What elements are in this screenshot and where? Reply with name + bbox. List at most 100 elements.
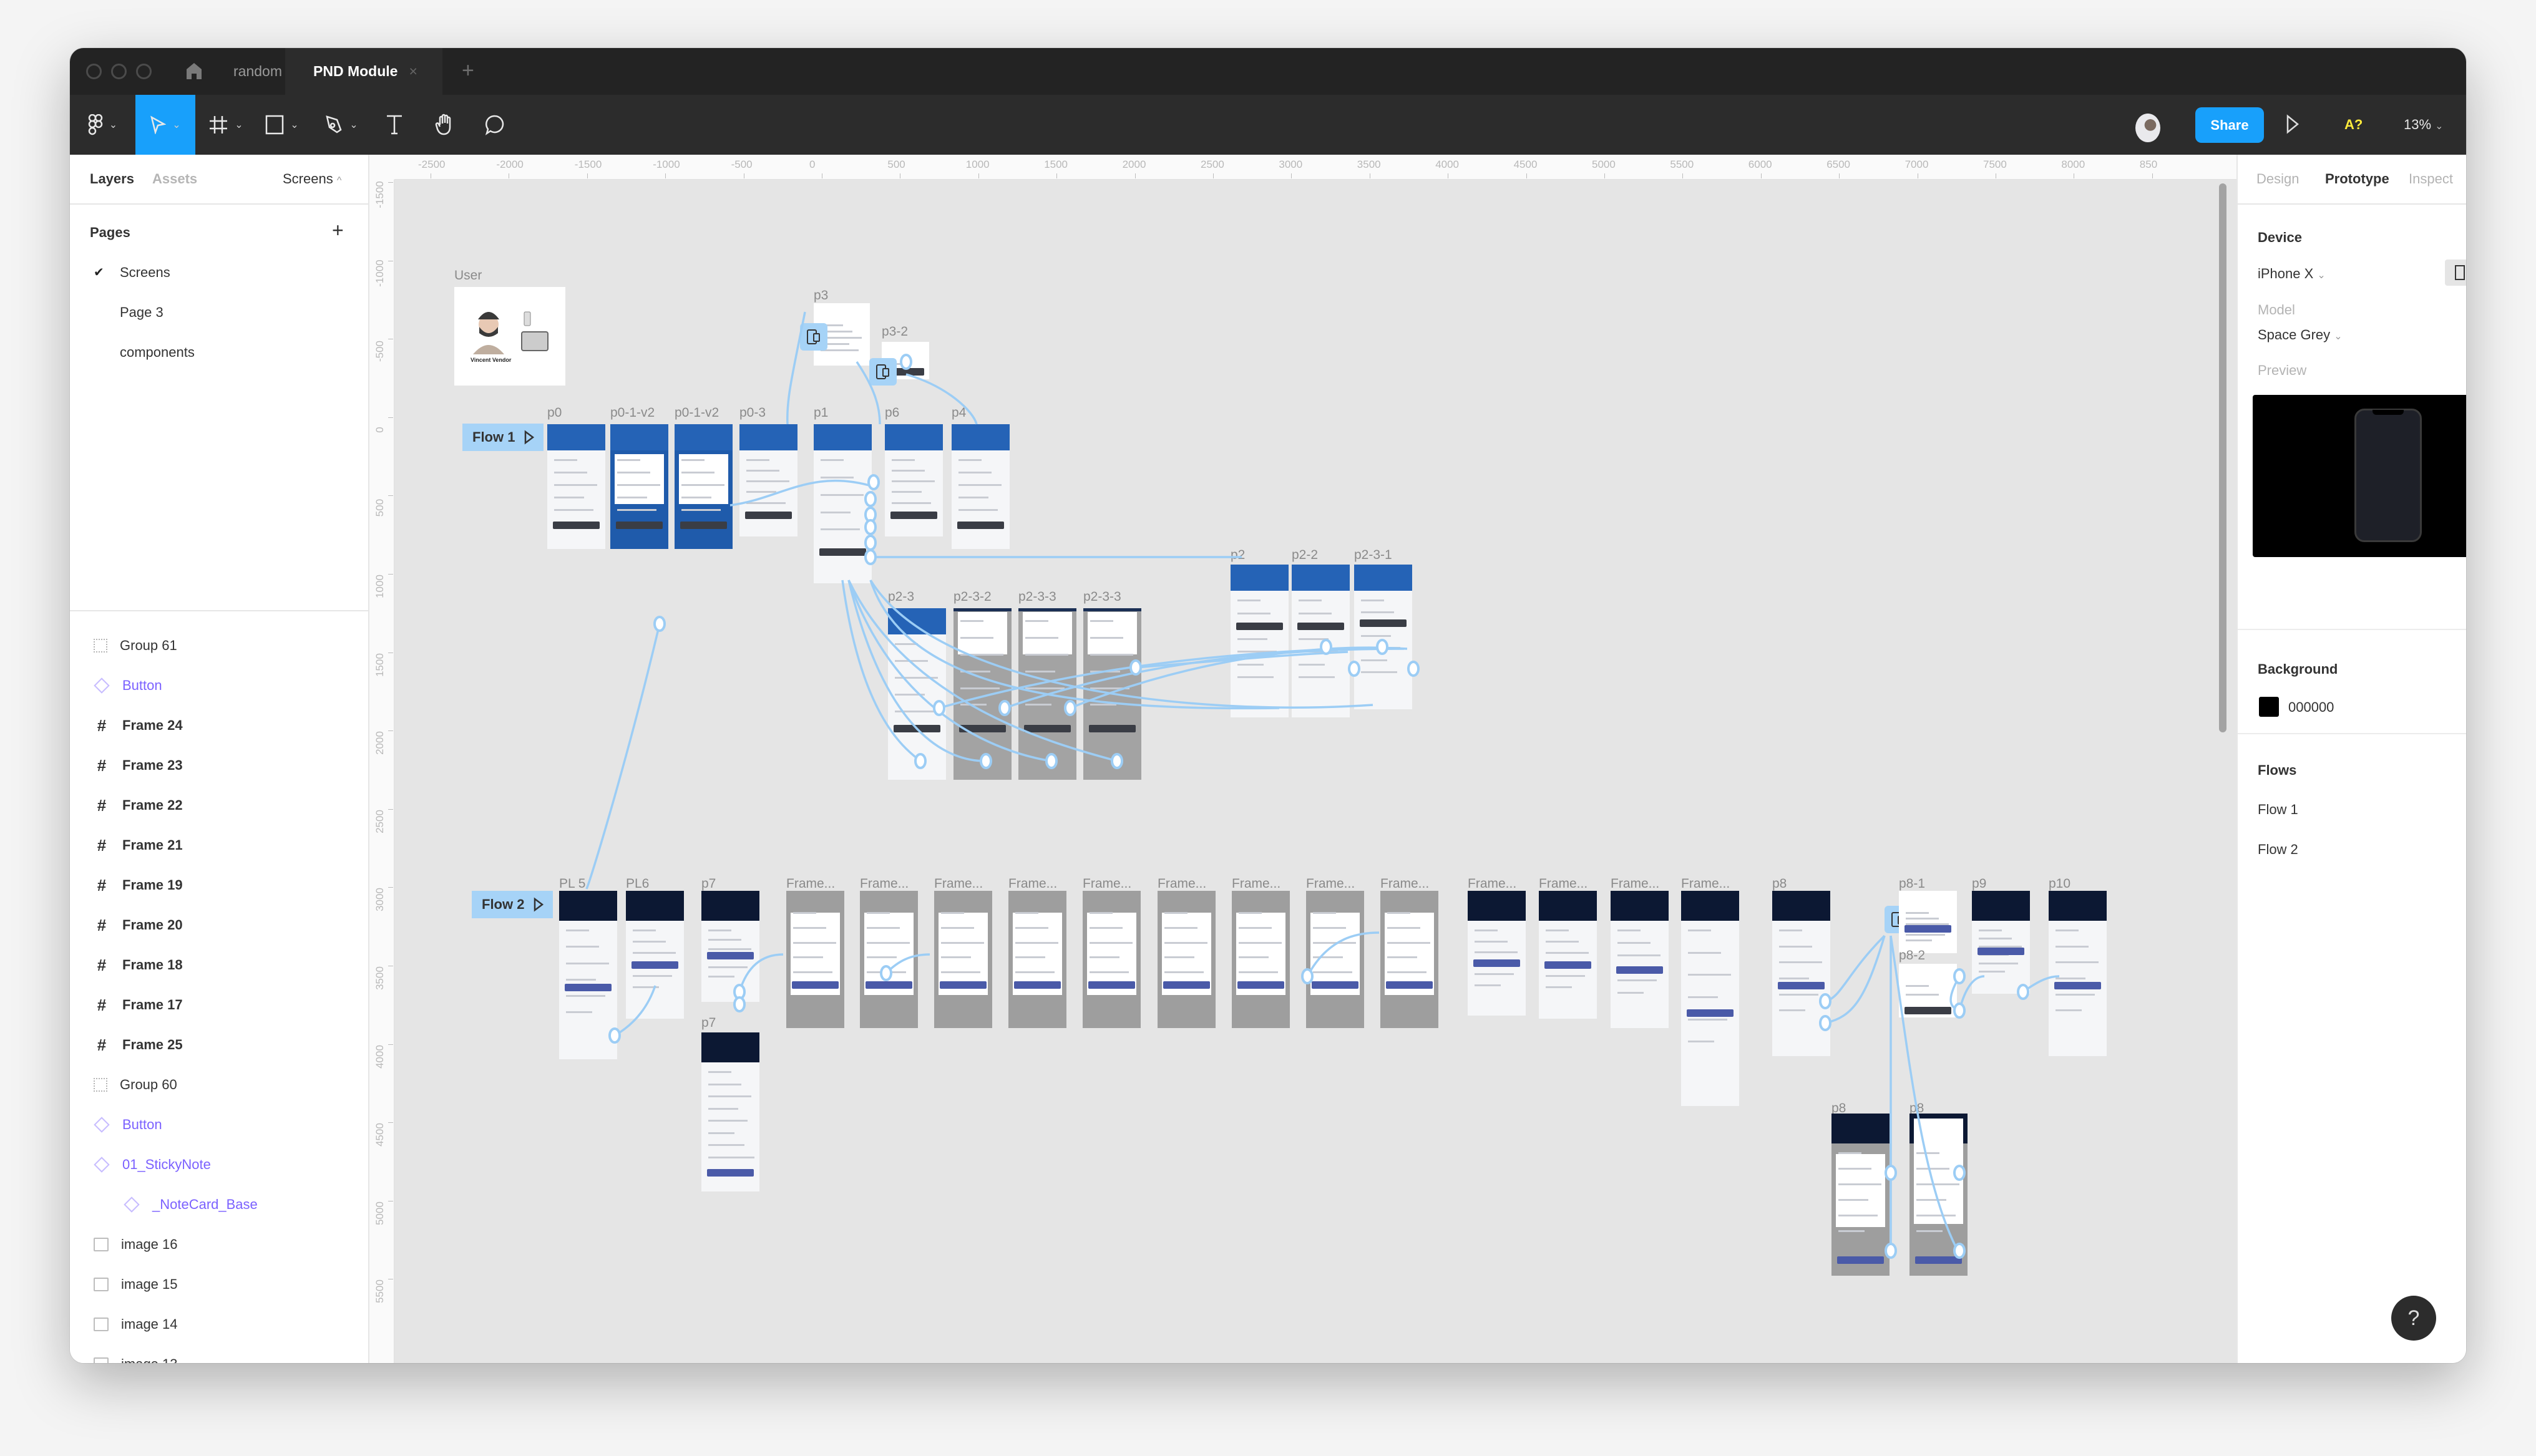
layer-item[interactable]: # Frame 23 (70, 745, 368, 785)
connection-hotspot[interactable] (998, 700, 1011, 716)
connection-hotspot[interactable] (1885, 1165, 1897, 1181)
device-dropdown[interactable]: iPhone X ⌄ (2258, 266, 2326, 282)
connection-hotspot[interactable] (1064, 700, 1076, 716)
connection-hotspot[interactable] (653, 616, 666, 632)
layer-item[interactable]: image 15 (70, 1264, 368, 1304)
prototype-connection[interactable] (585, 623, 661, 890)
prototype-connection[interactable] (1890, 935, 1961, 1255)
home-icon[interactable] (185, 62, 203, 80)
connection-hotspot[interactable] (1953, 968, 1966, 984)
layer-item[interactable]: # Frame 19 (70, 865, 368, 905)
page-item-screens[interactable]: Screens (120, 265, 170, 281)
vertical-scrollbar[interactable] (2219, 183, 2226, 732)
layer-item[interactable]: image 14 (70, 1304, 368, 1344)
background-hex-input[interactable]: 000000 (2288, 699, 2334, 716)
connection-hotspot[interactable] (933, 700, 945, 716)
help-button[interactable]: ? (2391, 1296, 2436, 1341)
prototype-connection[interactable] (939, 648, 1342, 709)
connection-hotspot[interactable] (1045, 753, 1058, 769)
connection-hotspot[interactable] (880, 965, 892, 981)
connection-hotspot[interactable] (1819, 993, 1831, 1009)
connection-hotspot[interactable] (980, 753, 992, 769)
connection-hotspot[interactable] (914, 753, 927, 769)
layer-item[interactable]: # Frame 21 (70, 825, 368, 865)
tab-assets[interactable]: Assets (152, 171, 197, 187)
flow-item-1[interactable]: Flow 1 (2258, 802, 2298, 818)
portrait-orientation-button[interactable] (2445, 260, 2466, 286)
connection-hotspot[interactable] (1953, 1243, 1966, 1259)
connection-hotspot[interactable] (1129, 659, 1142, 676)
tab-layers[interactable]: Layers (90, 171, 134, 187)
prototype-connection[interactable] (786, 311, 806, 425)
background-color-swatch[interactable] (2259, 697, 2279, 717)
user-avatar[interactable] (2135, 114, 2160, 142)
zoom-window-button[interactable] (136, 64, 152, 79)
connection-hotspot[interactable] (900, 354, 912, 370)
connection-hotspot[interactable] (733, 996, 746, 1012)
connection-hotspot[interactable] (2017, 984, 2029, 1000)
prototype-connection[interactable] (847, 580, 1118, 762)
connection-hotspot[interactable] (1953, 1002, 1966, 1019)
comment-tool-button[interactable] (476, 95, 513, 155)
connection-hotspot[interactable] (1348, 661, 1360, 677)
prototype-connection[interactable] (738, 953, 784, 993)
layer-item[interactable]: image 13 (70, 1344, 368, 1363)
layer-item[interactable]: # Frame 24 (70, 706, 368, 745)
connection-hotspot[interactable] (1301, 968, 1314, 984)
zoom-level-dropdown[interactable]: 13% ⌄ (2404, 114, 2444, 138)
shape-tool-button[interactable]: ⌄ (257, 95, 307, 155)
connection-hotspot[interactable] (1376, 639, 1388, 655)
move-tool-button[interactable]: ⌄ (135, 95, 195, 155)
prototype-connection[interactable] (1825, 935, 1886, 1024)
layer-item[interactable]: Group 60 (70, 1065, 368, 1105)
text-tool-button[interactable] (379, 95, 410, 155)
page-item-page-3[interactable]: Page 3 (120, 304, 163, 321)
close-window-button[interactable] (86, 64, 102, 79)
connection-hotspot[interactable] (1819, 1015, 1831, 1031)
layer-item[interactable]: Group 61 (70, 626, 368, 666)
page-item-components[interactable]: components (120, 344, 195, 361)
tab-pnd-module[interactable]: PND Module × (285, 48, 442, 95)
connection-hotspot[interactable] (1320, 639, 1332, 655)
design-canvas[interactable]: User Vincent Vendor Flow 1 Flow 2 p0 p0-1-v2 p… (369, 155, 2236, 1363)
page-selector-dropdown[interactable]: Screens ^ (283, 171, 341, 187)
hand-tool-button[interactable] (426, 95, 463, 155)
main-menu-button[interactable]: ⌄ (70, 95, 135, 155)
accessibility-button[interactable]: A? (2344, 114, 2363, 136)
connection-hotspot[interactable] (1885, 1243, 1897, 1259)
close-tab-icon[interactable]: × (409, 63, 417, 79)
model-dropdown[interactable]: Space Grey ⌄ (2258, 327, 2343, 343)
layer-item[interactable]: Button (70, 666, 368, 706)
tab-inspect[interactable]: Inspect (2409, 171, 2453, 187)
layer-item[interactable]: # Frame 25 (70, 1025, 368, 1065)
present-play-icon[interactable] (2285, 114, 2300, 135)
layer-item[interactable]: # Frame 20 (70, 905, 368, 945)
layer-item[interactable]: 01_StickyNote (70, 1145, 368, 1185)
connection-hotspot[interactable] (867, 474, 880, 490)
layer-item[interactable]: _NoteCard_Base (70, 1185, 368, 1225)
tab-prototype[interactable]: Prototype (2325, 171, 2389, 187)
frame-tool-button[interactable]: ⌄ (201, 95, 251, 155)
prototype-connection[interactable] (869, 580, 1280, 710)
prototype-connection[interactable] (1825, 934, 1886, 1002)
layer-item[interactable]: Button (70, 1105, 368, 1145)
prototype-connection[interactable] (841, 580, 922, 762)
prototype-connection[interactable] (614, 985, 656, 1037)
tab-random[interactable]: random (233, 48, 282, 95)
connection-hotspot[interactable] (608, 1027, 621, 1044)
connection-hotspot[interactable] (864, 519, 877, 535)
connection-hotspot[interactable] (864, 535, 877, 551)
minimize-window-button[interactable] (111, 64, 127, 79)
tab-design[interactable]: Design (2256, 171, 2299, 187)
prototype-connection[interactable] (856, 361, 881, 425)
prototype-connection[interactable] (1306, 931, 1380, 977)
layer-item[interactable]: image 16 (70, 1225, 368, 1264)
layer-item[interactable]: # Frame 22 (70, 785, 368, 825)
connection-hotspot[interactable] (1407, 661, 1420, 677)
pen-tool-button[interactable]: ⌄ (316, 95, 366, 155)
connection-hotspot[interactable] (1953, 1165, 1966, 1181)
prototype-connection[interactable] (729, 479, 874, 507)
add-page-button[interactable]: + (332, 220, 344, 240)
new-tab-button[interactable]: + (462, 48, 474, 95)
prototype-connection[interactable] (905, 373, 978, 425)
